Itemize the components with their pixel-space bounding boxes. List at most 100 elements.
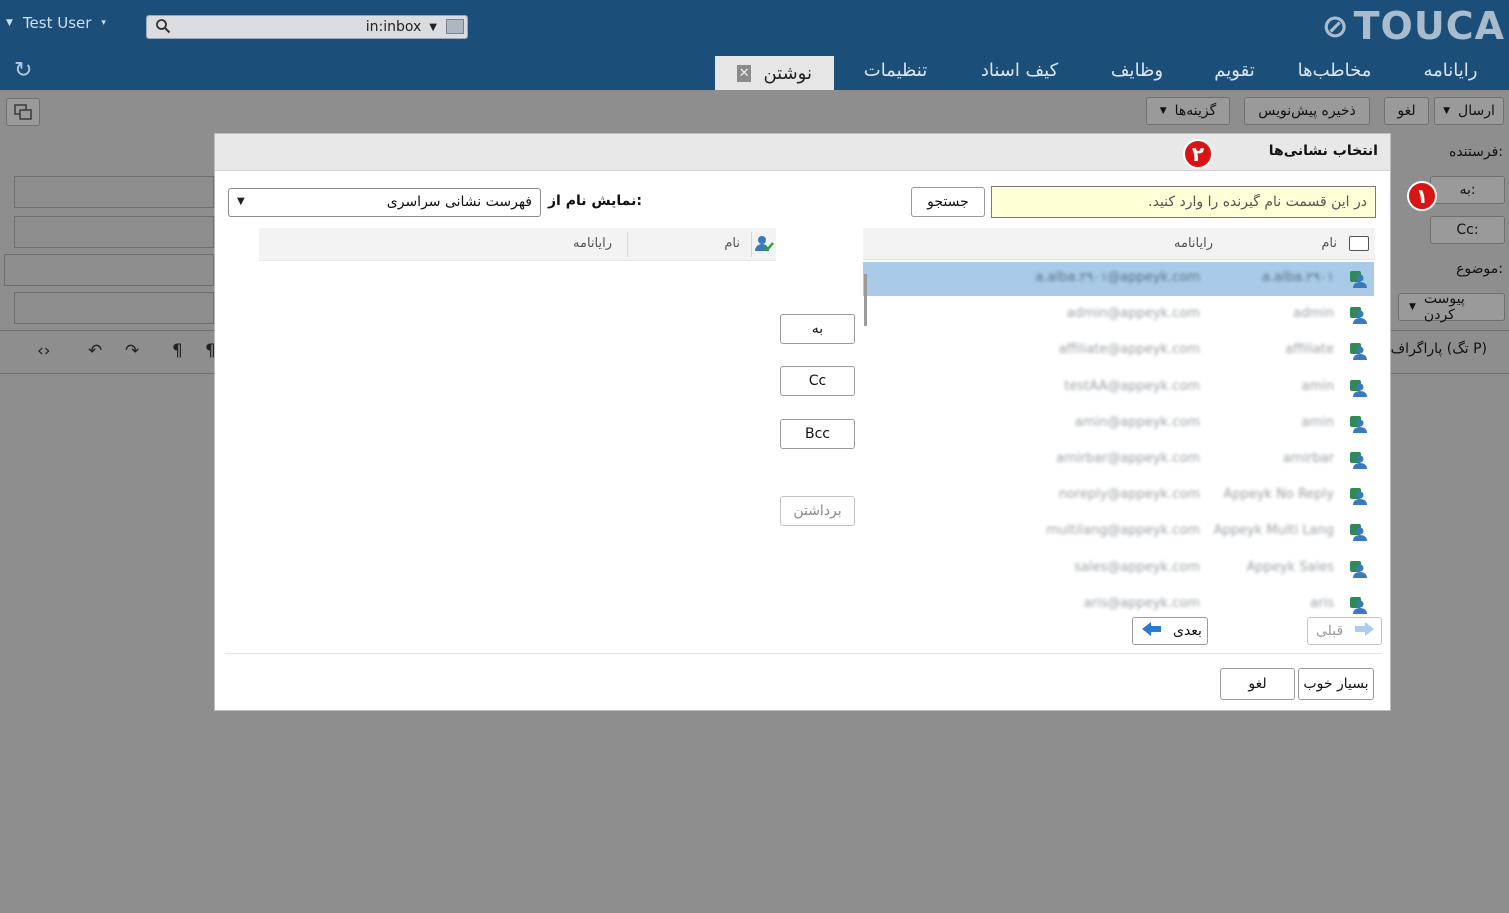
- result-name: amirbar: [1282, 451, 1334, 466]
- save-draft-button[interactable]: ذخیره پیش‌نویس: [1244, 97, 1370, 125]
- logo-icon: ⊘: [1321, 7, 1350, 45]
- user-menu[interactable]: ▼ Test User ▾: [6, 14, 106, 32]
- results-scrollbar[interactable]: [864, 274, 867, 326]
- result-row[interactable]: affiliate affiliate@appeyk.com: [863, 334, 1374, 368]
- next-page-button[interactable]: بعدی: [1132, 617, 1208, 645]
- result-row[interactable]: aris aris@appeyk.com: [863, 588, 1374, 622]
- selected-col-name[interactable]: نام: [724, 236, 740, 251]
- envelope-icon[interactable]: [446, 19, 464, 34]
- search-scope-select[interactable]: in:inbox ▼: [366, 19, 437, 35]
- result-email: sales@appeyk.com: [1074, 559, 1200, 575]
- tab-mail[interactable]: رایانامه: [1392, 56, 1509, 90]
- contact-icon: [1348, 414, 1368, 434]
- options-label: گزینه‌ها: [1174, 103, 1217, 119]
- result-row[interactable]: amin testAA@appeyk.com: [863, 371, 1374, 405]
- contact-icon: [1348, 341, 1368, 361]
- result-name: amin: [1301, 414, 1334, 430]
- attach-field[interactable]: [14, 292, 214, 324]
- recipient-search-input[interactable]: [991, 186, 1376, 218]
- tab-compose[interactable]: نوشتن ✕: [715, 56, 834, 90]
- select-addresses-dialog: انتخاب نشانی‌ها ۲ جستجو نمایش نام از: فه…: [214, 133, 1391, 711]
- selected-header: نام رایانامه: [259, 228, 776, 261]
- search-icon: [155, 18, 171, 38]
- refresh-icon[interactable]: ↻: [14, 58, 32, 83]
- contact-icon: [1348, 595, 1368, 615]
- result-name: Appeyk Sales: [1246, 559, 1334, 575]
- result-row[interactable]: amin amin@appeyk.com: [863, 407, 1374, 441]
- step-badge-2: ۲: [1183, 139, 1213, 169]
- add-bcc-button[interactable]: Bcc: [780, 419, 855, 449]
- attach-button[interactable]: ▼ پیوست کردن: [1398, 291, 1505, 323]
- prev-page-label: قبلی: [1316, 623, 1344, 639]
- result-email: amin@appeyk.com: [1074, 414, 1200, 430]
- result-row[interactable]: admin admin@appeyk.com: [863, 298, 1374, 332]
- result-row[interactable]: a.alba.۲۹۰۱ a.alba.۲۹۰۱@appeyk.com: [863, 262, 1374, 296]
- remove-button[interactable]: برداشتن: [780, 496, 855, 526]
- result-email: a.alba.۲۹۰۱@appeyk.com: [1035, 270, 1200, 285]
- source-code-icon[interactable]: ‹›: [37, 341, 51, 361]
- results-col-name[interactable]: نام: [1321, 236, 1337, 251]
- to-button[interactable]: به:: [1430, 176, 1505, 204]
- undo-icon[interactable]: ↶: [88, 341, 102, 361]
- tab-compose-label: نوشتن: [763, 62, 812, 84]
- result-row[interactable]: Appeyk Sales sales@appeyk.com: [863, 552, 1374, 586]
- results-header: نام رایانامه: [863, 228, 1375, 260]
- ok-button[interactable]: بسیار خوب: [1298, 668, 1374, 700]
- search-scope-value: in:inbox: [365, 19, 422, 35]
- chevron-down-icon: ▼: [6, 18, 13, 28]
- result-row[interactable]: Appeyk Multi Lang multilang@appeyk.com: [863, 515, 1374, 549]
- app-logo: ⊘ TOUCA: [1322, 4, 1505, 48]
- chevron-down-icon: ▼: [1443, 106, 1451, 116]
- redo-icon[interactable]: ↷: [125, 341, 139, 361]
- result-email: testAA@appeyk.com: [1064, 378, 1200, 394]
- tab-contacts[interactable]: مخاطب‌ها: [1277, 56, 1392, 90]
- results-col-email[interactable]: رایانامه: [1174, 236, 1213, 251]
- tab-settings[interactable]: تنظیمات: [834, 56, 957, 90]
- paragraph-ltr-icon[interactable]: ¶: [172, 341, 183, 361]
- tab-calendar[interactable]: تقویم: [1192, 56, 1277, 90]
- search-button[interactable]: جستجو: [911, 187, 985, 217]
- prev-page-button[interactable]: قبلی: [1307, 617, 1382, 645]
- user-name: Test User: [22, 14, 92, 32]
- contact-icon: [1348, 305, 1368, 325]
- close-icon[interactable]: ✕: [737, 64, 752, 82]
- result-name: admin: [1293, 306, 1334, 322]
- user-caret-icon: ▾: [101, 18, 106, 28]
- send-button[interactable]: ▼ ارسال: [1434, 97, 1504, 125]
- to-field[interactable]: [14, 176, 214, 208]
- from-label: فرستنده:: [1449, 144, 1503, 160]
- dialog-divider: [225, 653, 1382, 654]
- address-source-value: فهرست نشانی سراسری: [386, 194, 532, 210]
- chevron-down-icon: ▼: [1159, 106, 1167, 116]
- result-email: affiliate@appeyk.com: [1058, 342, 1200, 358]
- result-row[interactable]: amirbar amirbar@appeyk.com: [863, 443, 1374, 477]
- result-row[interactable]: Appeyk No Reply noreply@appeyk.com: [863, 479, 1374, 513]
- result-email: noreply@appeyk.com: [1058, 487, 1200, 503]
- contact-icon: [1348, 450, 1368, 470]
- contact-icon: [1348, 378, 1368, 398]
- result-email: multilang@appeyk.com: [1046, 523, 1200, 539]
- cancel-compose-button[interactable]: لغو: [1384, 97, 1429, 125]
- add-to-button[interactable]: به: [780, 314, 855, 344]
- selected-col-email[interactable]: رایانامه: [573, 236, 612, 251]
- next-page-label: بعدی: [1173, 623, 1202, 639]
- dialog-cancel-button[interactable]: لغو: [1220, 668, 1295, 700]
- mail-search[interactable]: in:inbox ▼: [146, 15, 468, 39]
- contact-icon: [1348, 486, 1368, 506]
- result-name: Appeyk Multi Lang: [1213, 523, 1334, 539]
- result-email: aris@appeyk.com: [1083, 595, 1200, 611]
- detach-window-icon[interactable]: [6, 98, 40, 126]
- result-name: amin: [1301, 378, 1334, 394]
- address-source-select[interactable]: فهرست نشانی سراسری ▼: [228, 188, 541, 217]
- cc-button[interactable]: Cc:: [1430, 216, 1505, 244]
- cc-field[interactable]: [14, 216, 214, 248]
- tab-tasks[interactable]: وظایف: [1082, 56, 1192, 90]
- result-name: affiliate: [1285, 342, 1334, 358]
- tab-briefcase[interactable]: کیف اسناد: [957, 56, 1082, 90]
- add-cc-button[interactable]: Cc: [780, 366, 855, 396]
- attach-label: پیوست کردن: [1423, 291, 1465, 323]
- contact-icon: [1348, 522, 1368, 542]
- paragraph-format-select[interactable]: پاراگراف (تگ P): [1391, 341, 1487, 357]
- options-button[interactable]: ▼ گزینه‌ها: [1146, 97, 1230, 125]
- subject-field[interactable]: [4, 254, 214, 286]
